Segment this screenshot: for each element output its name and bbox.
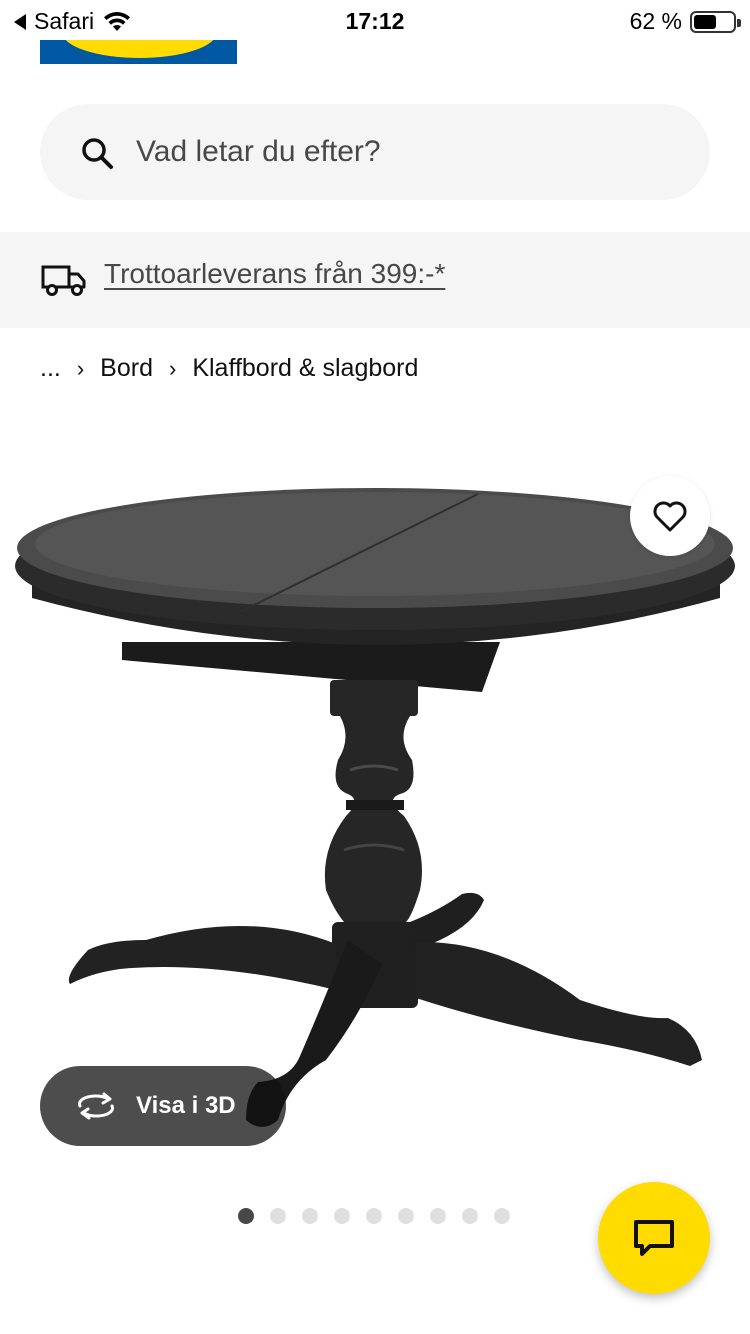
- status-bar: Safari 17:12 62 %: [0, 0, 750, 40]
- breadcrumb-item-ellipsis[interactable]: ...: [40, 354, 61, 383]
- view-3d-label: Visa i 3D: [136, 1092, 236, 1119]
- breadcrumb-item-bord[interactable]: Bord: [100, 354, 153, 383]
- pagination-dot[interactable]: [398, 1208, 414, 1224]
- battery-percent: 62 %: [629, 8, 682, 34]
- breadcrumb: ... › Bord › Klaffbord & slagbord: [40, 354, 418, 383]
- brand-logo[interactable]: [40, 40, 237, 64]
- product-page: Safari 17:12 62 % Vad letar du efter? Tr…: [0, 0, 750, 1334]
- battery-icon: [690, 10, 741, 33]
- battery-level-fill: [694, 14, 716, 29]
- pagination-dot[interactable]: [462, 1208, 478, 1224]
- chevron-right-icon: ›: [76, 355, 85, 381]
- breadcrumb-item-klaffbord[interactable]: Klaffbord & slagbord: [192, 354, 418, 383]
- chat-button[interactable]: [598, 1182, 710, 1294]
- search-input[interactable]: [136, 128, 676, 176]
- pagination-dot[interactable]: [430, 1208, 446, 1224]
- pagination-dot[interactable]: [238, 1208, 254, 1224]
- battery-status: 62 %: [629, 8, 741, 35]
- product-image[interactable]: [0, 470, 750, 1150]
- view-3d-button[interactable]: Visa i 3D: [40, 1066, 286, 1146]
- rotate-3d-icon: [78, 1092, 114, 1120]
- pagination-dot[interactable]: [302, 1208, 318, 1224]
- pagination-dot[interactable]: [270, 1208, 286, 1224]
- pagination-dot[interactable]: [334, 1208, 350, 1224]
- favorite-button[interactable]: [630, 476, 710, 556]
- search-bar[interactable]: [40, 104, 710, 200]
- chevron-right-icon: ›: [168, 355, 177, 381]
- heart-icon: [653, 501, 687, 532]
- pagination-dot[interactable]: [494, 1208, 510, 1224]
- pagination-dot[interactable]: [366, 1208, 382, 1224]
- chat-icon: [634, 1220, 674, 1256]
- search-icon: [82, 138, 113, 169]
- image-pagination: [238, 1208, 510, 1224]
- delivery-link[interactable]: Trottoarleverans från 399:-*: [104, 258, 445, 290]
- truck-icon: [41, 265, 86, 296]
